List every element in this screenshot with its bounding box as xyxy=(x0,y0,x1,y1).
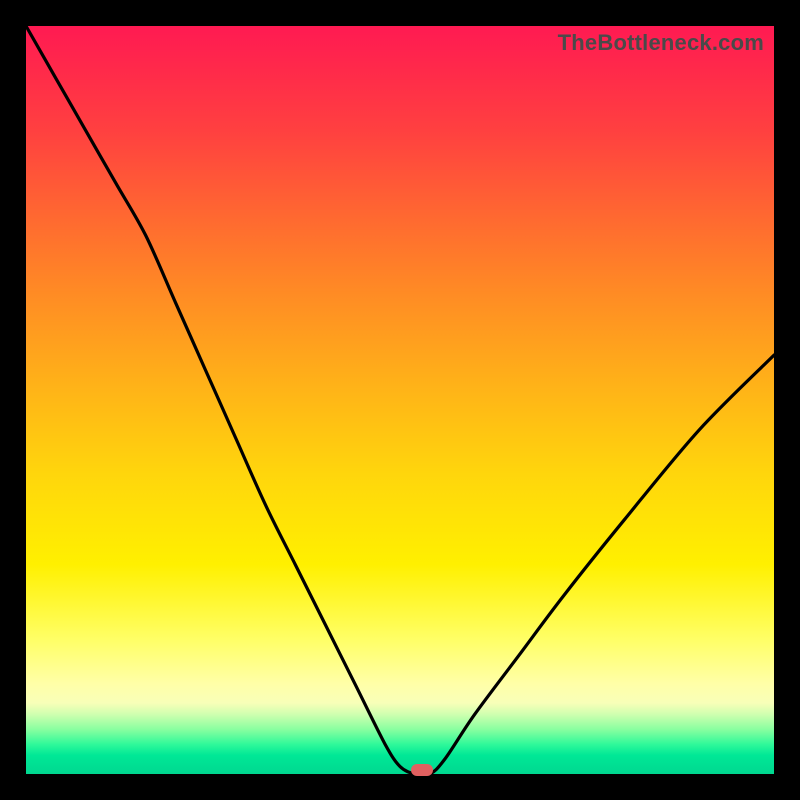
optimum-marker xyxy=(411,764,433,776)
chart-frame: TheBottleneck.com xyxy=(0,0,800,800)
chart-plot-area: TheBottleneck.com xyxy=(26,26,774,774)
bottleneck-curve xyxy=(26,26,774,774)
